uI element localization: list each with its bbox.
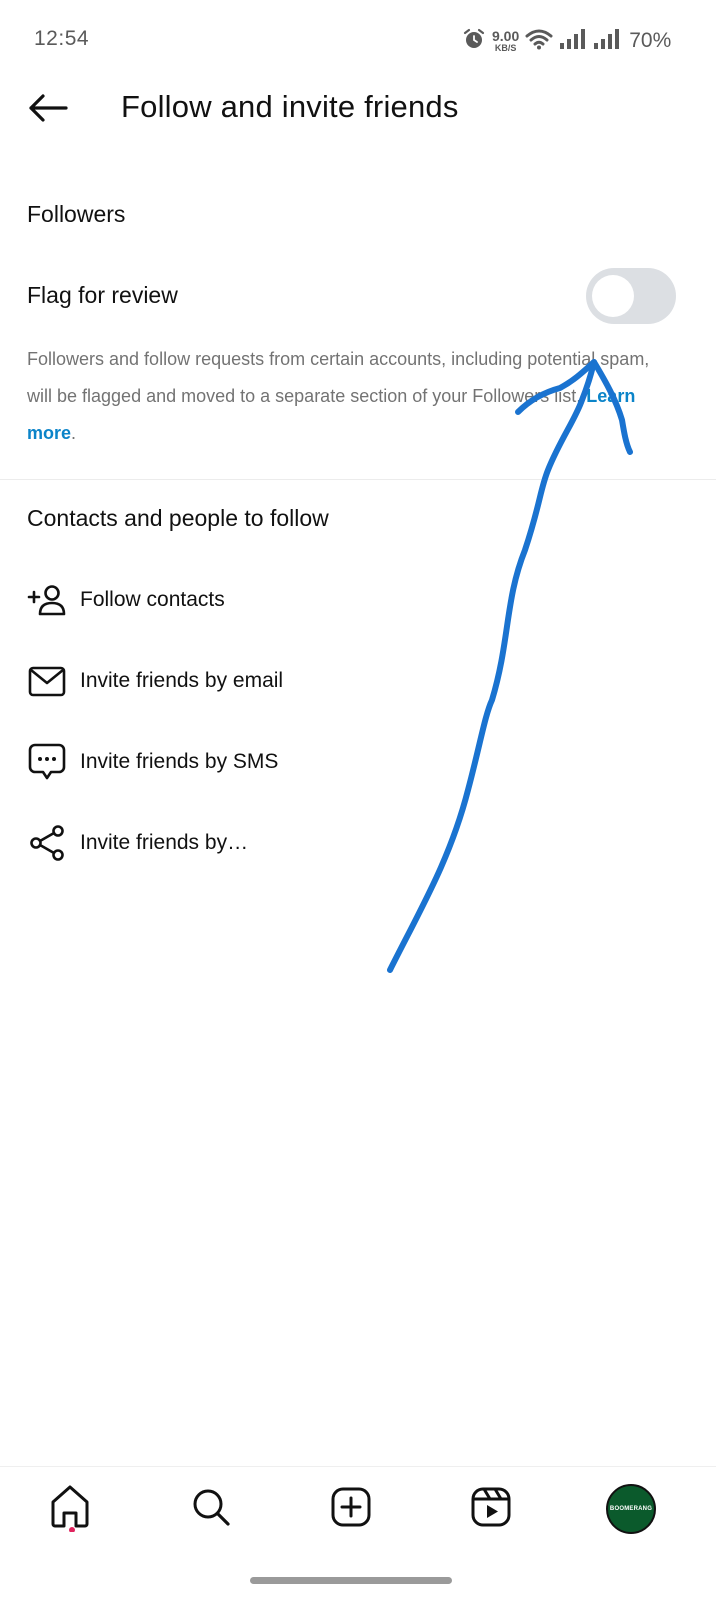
invite-email-label: Invite friends by email [80,669,284,692]
bottom-nav-divider [0,1466,716,1467]
profile-avatar[interactable]: BOOMERANG [606,1484,656,1534]
flag-description-text: Followers and follow requests from certa… [27,349,650,406]
signal-icon [593,28,621,55]
follow-contacts-item[interactable]: Follow contacts [26,572,686,628]
wifi-icon [525,28,553,55]
toggle-knob [592,275,634,317]
page-title: Follow and invite friends [121,89,459,124]
home-tab[interactable] [45,1484,95,1534]
invite-share-label: Invite friends by… [80,831,249,854]
create-tab[interactable] [326,1484,376,1534]
invite-email-item[interactable]: Invite friends by email [26,653,686,709]
flag-for-review-label: Flag for review [27,282,178,308]
alarm-icon [462,27,486,56]
section-divider [0,479,716,480]
invite-sms-item[interactable]: Invite friends by SMS [26,734,686,790]
search-icon [190,1486,232,1533]
followers-section-title: Followers [27,201,126,227]
home-indicator[interactable] [250,1577,452,1584]
learn-more-suffix: . [71,423,77,443]
invite-sms-label: Invite friends by SMS [80,750,279,773]
home-icon [47,1482,93,1537]
signal-icon [559,28,587,55]
battery-level: 70% [629,29,672,52]
flag-for-review-toggle[interactable] [586,268,676,324]
share-icon [26,822,68,864]
create-icon [330,1486,372,1533]
search-tab[interactable] [186,1484,236,1534]
net-speed: 9.00 KB/S [492,28,520,53]
add-person-icon [26,579,68,621]
avatar-text: BOOMERANG [609,1506,653,1512]
back-button[interactable] [22,88,74,132]
arrow-left-icon [27,93,69,128]
reels-icon [470,1486,512,1533]
invite-share-item[interactable]: Invite friends by… [26,815,686,871]
contacts-section-title: Contacts and people to follow [27,505,329,531]
flag-description: Followers and follow requests from certa… [27,341,667,452]
status-icons: 9.00 KB/S 70% [462,26,671,56]
annotation-arrow [387,359,633,973]
envelope-icon [26,660,68,702]
follow-contacts-label: Follow contacts [80,588,225,611]
status-time: 12:54 [34,27,90,50]
reels-tab[interactable] [466,1484,516,1534]
chat-bubble-icon [26,741,68,783]
